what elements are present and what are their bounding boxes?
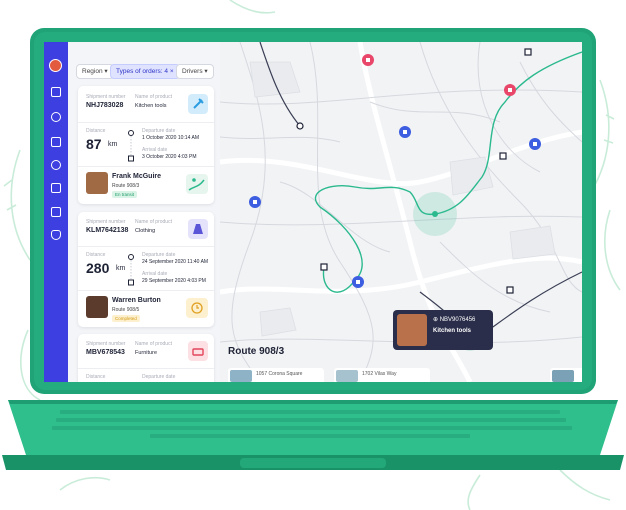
order-types-filter[interactable]: Types of orders: 4 × [110, 64, 180, 79]
avatar[interactable] [49, 59, 62, 72]
tooltip-photo [397, 314, 427, 346]
mini-map-icon [186, 174, 208, 194]
driver-route: Route 908/3 [112, 183, 140, 189]
region-filter-label: Region [82, 68, 103, 75]
arrival-label: Arrival date [142, 147, 168, 153]
user-icon[interactable] [51, 160, 61, 170]
route-title: Route 908/3 [228, 346, 285, 357]
route-line-icon [128, 254, 134, 286]
distance-unit: km [116, 265, 126, 272]
region-filter[interactable]: Region ▾ [76, 64, 114, 79]
shipment-number: NHJ783028 [86, 102, 124, 109]
clock-icon [186, 298, 208, 318]
driver-photo [86, 296, 108, 318]
order-types-filter-label: Types of orders: 4 [116, 68, 169, 75]
product-name-label: Name of product [135, 219, 172, 225]
drivers-filter[interactable]: Drivers ▾ [176, 64, 214, 79]
shipment-tooltip[interactable]: ⊕ NBV9076456 Kitchen tools [393, 310, 493, 350]
shipment-number: KLM7642138 [86, 227, 129, 234]
arrival-label: Arrival date [142, 271, 168, 277]
app-screen: Region ▾ Types of orders: 4 × Drivers ▾ … [44, 42, 582, 382]
status-badge: Completed [112, 315, 140, 322]
grid-icon[interactable] [51, 87, 61, 97]
arrival-date: 3 October 2020 4:03 PM [142, 154, 197, 160]
furniture-icon [188, 341, 208, 361]
shipment-number-label: Shipment number [86, 219, 126, 225]
stop-card[interactable] [550, 368, 582, 382]
sidebar [44, 42, 68, 382]
distance-value: 87 [86, 136, 102, 152]
stop-photo [552, 370, 574, 382]
arrival-date: 29 September 2020 4:03 PM [142, 278, 206, 284]
shipment-number-label: Shipment number [86, 94, 126, 100]
departure-date: 1 October 2020 10:14 AM [142, 135, 199, 141]
tooltip-shipment-id: ⊕ NBV9076456 [433, 317, 476, 323]
driver-name: Frank McGuire [112, 173, 162, 180]
distance-label: Distance [86, 128, 106, 134]
shipment-number-label: Shipment number [86, 341, 126, 347]
clothing-icon [188, 219, 208, 239]
stop-photo [230, 370, 252, 382]
product-name: Clothing [135, 228, 156, 234]
driver-photo [86, 172, 108, 194]
distance-value: 280 [86, 260, 110, 276]
product-name-label: Name of product [135, 94, 172, 100]
kitchen-tools-icon [188, 94, 208, 114]
shield-icon[interactable] [51, 230, 61, 240]
departure-label: Departure date [142, 252, 176, 258]
departure-date: 24 September 2020 11:40 AM [142, 259, 209, 265]
drivers-filter-label: Drivers [182, 68, 203, 75]
status-badge: En transit [112, 191, 138, 198]
driver-name: Warren Burton [112, 297, 161, 304]
distance-label: Distance [86, 374, 106, 380]
stop-address: 1057 Corona Square [256, 371, 303, 377]
product-name: Furniture [135, 350, 158, 356]
document-icon[interactable] [51, 183, 61, 193]
driver-route: Route 908/5 [112, 307, 140, 313]
product-name-label: Name of product [135, 341, 172, 347]
distance-unit: km [108, 141, 118, 148]
departure-label: Departure date [142, 374, 176, 380]
orders-panel: Region ▾ Types of orders: 4 × Drivers ▾ … [68, 42, 220, 382]
shipment-card[interactable]: Shipment number KLM7642138 Name of produ… [78, 212, 214, 327]
stop-address: 1702 Vilas Way [362, 371, 397, 377]
box-icon[interactable] [51, 112, 61, 122]
product-name: Kitchen tools [135, 103, 167, 109]
report-icon[interactable] [51, 207, 61, 217]
route-line-icon [128, 130, 134, 162]
stop-photo [336, 370, 358, 382]
shipment-card[interactable]: Shipment number NHJ783028 Name of produc… [78, 86, 214, 204]
stop-card[interactable]: 1702 Vilas Way [334, 368, 430, 382]
shipment-card[interactable]: Shipment number MBV678543 Name of produc… [78, 334, 214, 382]
stop-card[interactable]: 1057 Corona Square [228, 368, 324, 382]
cart-icon[interactable] [51, 137, 61, 147]
tooltip-product: Kitchen tools [433, 328, 472, 334]
distance-label: Distance [86, 252, 106, 258]
departure-label: Departure date [142, 128, 176, 134]
shipment-number: MBV678543 [86, 349, 125, 356]
